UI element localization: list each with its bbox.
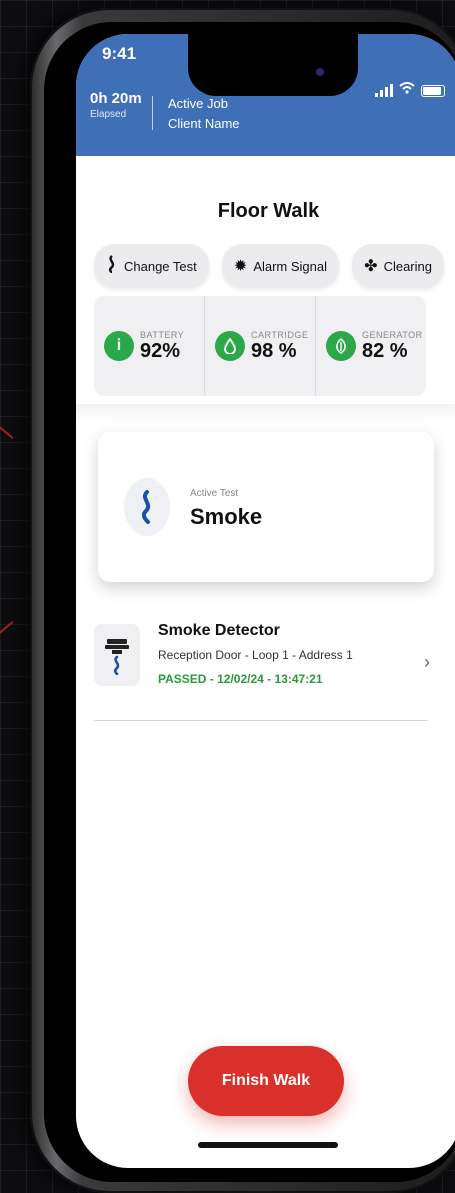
chevron-right-icon[interactable]: ›: [424, 652, 430, 673]
header-divider: [152, 96, 153, 130]
fan-icon: ✤: [364, 258, 378, 275]
active-job[interactable]: Active Job Client Name: [168, 94, 240, 134]
elapsed-timer: 0h 20m Elapsed: [90, 90, 142, 120]
app-header: 9:41 0h 20m Elapsed Active Job Client Na…: [76, 34, 455, 156]
generator-label: GENERATOR: [362, 329, 423, 340]
signal-icon: [375, 84, 393, 97]
battery-label: BATTERY: [140, 329, 185, 340]
section-divider: [76, 404, 455, 422]
status-time: 9:41: [102, 44, 137, 63]
background-accent-line: [0, 418, 14, 440]
active-test-label: Active Test: [190, 488, 239, 499]
generator-value: 82 %: [362, 339, 408, 362]
alarm-signal-button[interactable]: ✹ Alarm Signal: [221, 244, 340, 288]
active-test-value: Smoke: [190, 504, 263, 529]
stat-generator: GENERATOR 82 %: [316, 296, 426, 396]
camera-icon: [316, 68, 324, 76]
finish-walk-button[interactable]: Finish Walk: [188, 1046, 344, 1116]
wifi-icon: [399, 82, 415, 97]
camera-notch: [188, 34, 358, 96]
device-list-item[interactable]: Smoke Detector Reception Door - Loop 1 -…: [94, 622, 434, 718]
smoke-detector-icon: [94, 624, 140, 686]
alarm-signal-label: Alarm Signal: [253, 258, 328, 274]
client-name: Client Name: [168, 116, 240, 131]
clearing-button[interactable]: ✤ Clearing: [352, 244, 444, 288]
active-test-card[interactable]: Active Test Smoke: [98, 432, 434, 582]
drop-icon: [215, 331, 245, 361]
stat-battery: i BATTERY 92%: [94, 296, 205, 396]
change-test-label: Change Test: [124, 258, 197, 274]
device-stats: i BATTERY 92% CARTRIDGE 98 % GENERATOR 8…: [94, 296, 426, 396]
status-icons: [375, 82, 445, 97]
smoke-icon-badge: [124, 478, 170, 536]
stat-cartridge: CARTRIDGE 98 %: [205, 296, 316, 396]
change-test-button[interactable]: Change Test: [94, 244, 209, 288]
smoke-icon: [106, 254, 118, 278]
cartridge-value: 98 %: [251, 339, 297, 362]
battery-value: 92%: [140, 339, 181, 362]
device-name: Smoke Detector: [158, 622, 280, 639]
phone-screen: 9:41 0h 20m Elapsed Active Job Client Na…: [76, 34, 455, 1168]
action-chips: Change Test ✹ Alarm Signal ✤ Clearing: [94, 244, 444, 288]
info-icon: i: [104, 331, 134, 361]
elapsed-value: 0h 20m: [90, 90, 142, 107]
background-accent-line: [0, 620, 14, 642]
list-divider: [94, 720, 428, 721]
active-job-label: Active Job: [168, 96, 228, 111]
page-title: Floor Walk: [217, 200, 320, 222]
device-test-result: PASSED - 12/02/24 - 13:47:21: [158, 672, 323, 686]
battery-icon: [421, 85, 445, 97]
leaf-icon: [326, 331, 356, 361]
cartridge-label: CARTRIDGE: [251, 329, 309, 340]
device-location: Reception Door - Loop 1 - Address 1: [158, 648, 353, 662]
alarm-sun-icon: ✹: [233, 258, 248, 275]
home-indicator[interactable]: [198, 1142, 338, 1148]
clearing-label: Clearing: [383, 258, 432, 274]
elapsed-label: Elapsed: [90, 109, 127, 120]
